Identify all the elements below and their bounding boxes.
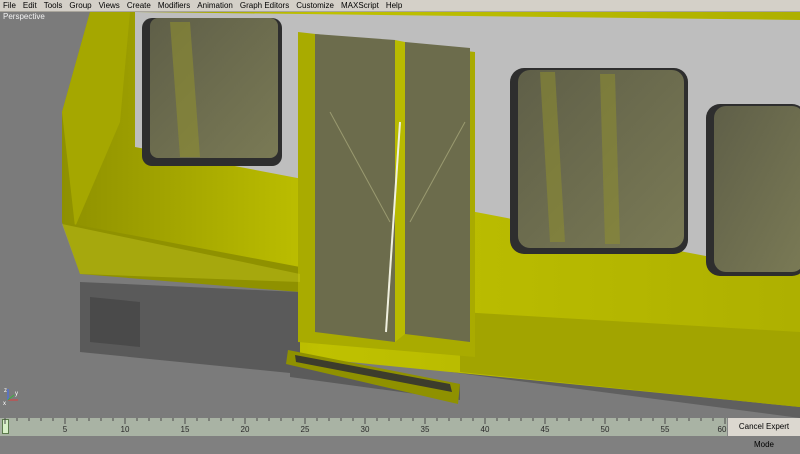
menu-group[interactable]: Group bbox=[66, 0, 95, 11]
menu-create[interactable]: Create bbox=[124, 0, 155, 11]
time-slider[interactable]: 5 10 15 20 25 30 35 40 45 50 55 60 bbox=[0, 418, 727, 436]
tick-label-60: 60 bbox=[717, 425, 727, 434]
tick-label-15: 15 bbox=[180, 425, 190, 434]
axis-x-label: x bbox=[3, 401, 6, 406]
menu-modifiers[interactable]: Modifiers bbox=[155, 0, 194, 11]
menu-file[interactable]: File bbox=[0, 0, 20, 11]
menu-bar: File Edit Tools Group Views Create Modif… bbox=[0, 0, 800, 12]
tick-label-10: 10 bbox=[120, 425, 130, 434]
menu-maxscript[interactable]: MAXScript bbox=[338, 0, 383, 11]
tick-label-50: 50 bbox=[600, 425, 610, 434]
tick-label-20: 20 bbox=[240, 425, 250, 434]
tick-label-25: 25 bbox=[300, 425, 310, 434]
tick-label-45: 45 bbox=[540, 425, 550, 434]
time-track-bar: 5 10 15 20 25 30 35 40 45 50 55 60 Cance… bbox=[0, 418, 800, 449]
tick-label-5: 5 bbox=[62, 425, 68, 434]
menu-tools[interactable]: Tools bbox=[41, 0, 67, 11]
menu-graph-editors[interactable]: Graph Editors bbox=[237, 0, 293, 11]
viewport-label[interactable]: Perspective bbox=[3, 12, 45, 21]
axis-tripod-icon: x y z bbox=[3, 388, 18, 406]
menu-edit[interactable]: Edit bbox=[20, 0, 41, 11]
perspective-viewport[interactable]: Perspective x y z bbox=[0, 12, 800, 418]
axis-y-label: y bbox=[15, 391, 18, 397]
tick-label-55: 55 bbox=[660, 425, 670, 434]
tick-label-35: 35 bbox=[420, 425, 430, 434]
menu-views[interactable]: Views bbox=[96, 0, 124, 11]
menu-customize[interactable]: Customize bbox=[293, 0, 338, 11]
tick-label-30: 30 bbox=[360, 425, 370, 434]
menu-help[interactable]: Help bbox=[383, 0, 406, 11]
train-car-render bbox=[0, 12, 800, 418]
tick-label-40: 40 bbox=[480, 425, 490, 434]
menu-animation[interactable]: Animation bbox=[194, 0, 237, 11]
cancel-expert-mode-button[interactable]: Cancel Expert Mode bbox=[727, 418, 800, 449]
axis-z-label: z bbox=[4, 388, 7, 394]
